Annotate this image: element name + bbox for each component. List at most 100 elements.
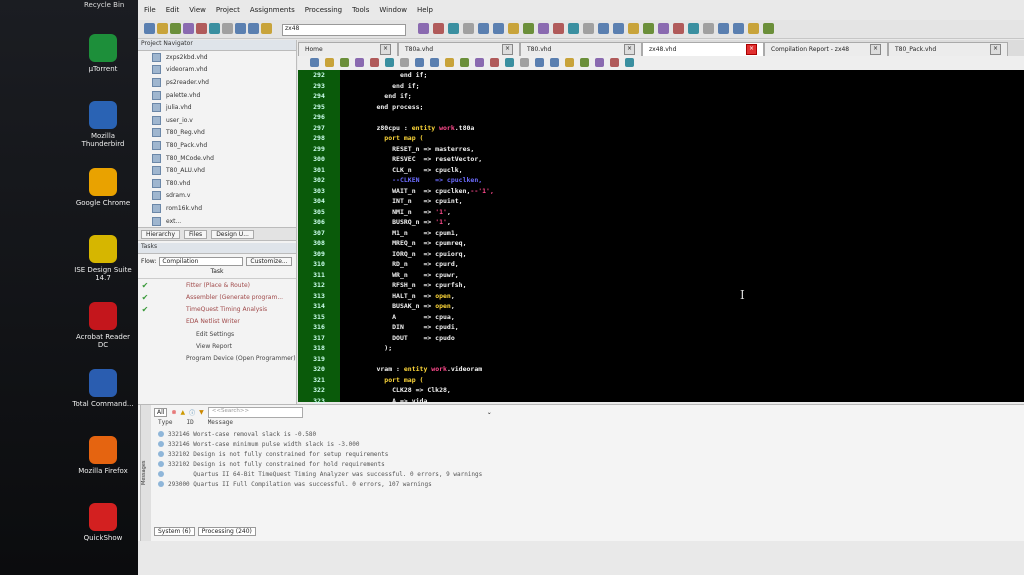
menu-item[interactable]: Edit	[166, 6, 180, 14]
toolbar-icon[interactable]	[209, 23, 220, 34]
message-row[interactable]: 293000 Quartus II Full Compilation was s…	[138, 479, 1024, 489]
message-row[interactable]: 332146 Worst-case minimum pulse width sl…	[138, 439, 1024, 449]
toolbar-icon[interactable]	[196, 23, 207, 34]
desktop-icon[interactable]: µTorrent	[72, 34, 134, 73]
editor-toolbar-icon[interactable]	[415, 58, 424, 67]
desktop-icon[interactable]: Mozilla Thunderbird	[72, 101, 134, 148]
file-item[interactable]: T80_Pack.vhd	[138, 139, 296, 152]
navigator-tab[interactable]: Design U...	[211, 229, 254, 239]
toolbar-icon[interactable]	[183, 23, 194, 34]
message-row[interactable]: Quartus II 64-Bit TimeQuest Timing Analy…	[138, 469, 1024, 479]
file-item[interactable]: user_io.v	[138, 114, 296, 127]
task-item[interactable]: ✔ TimeQuest Timing Analysis	[138, 304, 296, 316]
file-item[interactable]: ps2reader.vhd	[138, 76, 296, 89]
toolbar-icon[interactable]	[643, 23, 654, 34]
menu-item[interactable]: Processing	[305, 6, 342, 14]
file-item[interactable]: T80_MCode.vhd	[138, 152, 296, 165]
editor-toolbar-icon[interactable]	[385, 58, 394, 67]
toolbar-icon[interactable]	[568, 23, 579, 34]
toolbar-icon[interactable]	[222, 23, 233, 34]
toolbar-icon[interactable]	[463, 23, 474, 34]
navigator-tab[interactable]: Hierarchy	[141, 229, 181, 239]
info-filter-icon[interactable]: ⓘ	[189, 408, 195, 417]
toolbar-icon[interactable]	[598, 23, 609, 34]
editor-toolbar-icon[interactable]	[625, 58, 634, 67]
file-item[interactable]: palette.vhd	[138, 89, 296, 102]
menu-item[interactable]: Tools	[352, 6, 369, 14]
flag-icon[interactable]: ▼	[199, 409, 204, 416]
task-item[interactable]: ✔ Fitter (Place & Route)	[138, 279, 296, 291]
editor-toolbar-icon[interactable]	[400, 58, 409, 67]
toolbar-icon[interactable]	[157, 23, 168, 34]
message-search-input[interactable]: <<Search>>	[207, 406, 303, 418]
close-icon[interactable]: ×	[746, 44, 757, 55]
toolbar-icon[interactable]	[763, 23, 774, 34]
editor-tab[interactable]: Home ×	[298, 42, 398, 56]
editor-toolbar-icon[interactable]	[505, 58, 514, 67]
menu-item[interactable]: Project	[216, 6, 240, 14]
file-item[interactable]: zxps2kbd.vhd	[138, 51, 296, 64]
file-item[interactable]: sdram.v	[138, 190, 296, 203]
close-icon[interactable]: ×	[624, 44, 635, 55]
menu-item[interactable]: Help	[417, 6, 433, 14]
toolbar-icon[interactable]	[478, 23, 489, 34]
editor-toolbar-icon[interactable]	[430, 58, 439, 67]
project-select[interactable]: zx48	[282, 24, 406, 36]
warning-filter-icon[interactable]: ▲	[180, 409, 185, 416]
chevron-down-icon[interactable]: ⌄	[487, 409, 492, 416]
toolbar-icon[interactable]	[703, 23, 714, 34]
file-item[interactable]: ext...	[138, 215, 296, 228]
messages-tab[interactable]: System (6)	[154, 527, 195, 536]
editor-toolbar-icon[interactable]	[325, 58, 334, 67]
editor-tab[interactable]: Compilation Report - zx48 ×	[764, 42, 888, 56]
menu-item[interactable]: View	[189, 6, 206, 14]
navigator-tab[interactable]: Files	[184, 229, 208, 239]
code-view[interactable]: 292 293 294 295 296 297 298 299 300 301 302 303 304 3…	[298, 70, 1024, 405]
editor-toolbar-icon[interactable]	[475, 58, 484, 67]
close-icon[interactable]: ×	[502, 44, 513, 55]
desktop-icon[interactable]: Mozilla Firefox	[72, 436, 134, 475]
editor-toolbar-icon[interactable]	[580, 58, 589, 67]
editor-tab[interactable]: T80a.vhd ×	[398, 42, 520, 56]
editor-toolbar-icon[interactable]	[595, 58, 604, 67]
message-row[interactable]: 332146 Worst-case removal slack is -0.58…	[138, 429, 1024, 439]
editor-toolbar-icon[interactable]	[460, 58, 469, 67]
editor-toolbar-icon[interactable]	[310, 58, 319, 67]
task-item[interactable]: ✔ Assembler (Generate program...	[138, 292, 296, 304]
toolbar-icon[interactable]	[628, 23, 639, 34]
menu-item[interactable]: Window	[379, 6, 407, 14]
toolbar-icon[interactable]	[688, 23, 699, 34]
toolbar-icon[interactable]	[523, 23, 534, 34]
desktop-icon[interactable]: Total Command...	[72, 369, 134, 408]
editor-toolbar-icon[interactable]	[520, 58, 529, 67]
toolbar-icon[interactable]	[508, 23, 519, 34]
task-item[interactable]: Program Device (Open Programmer)	[138, 352, 296, 364]
recycle-bin-label[interactable]: Recycle Bin	[84, 1, 124, 9]
desktop-icon[interactable]: Google Chrome	[72, 168, 134, 207]
desktop-icon[interactable]: QuickShow	[72, 503, 134, 542]
toolbar-icon[interactable]	[433, 23, 444, 34]
file-item[interactable]: T80.vhd	[138, 177, 296, 190]
editor-toolbar-icon[interactable]	[340, 58, 349, 67]
toolbar-icon[interactable]	[144, 23, 155, 34]
toolbar-icon[interactable]	[583, 23, 594, 34]
file-item[interactable]: julia.vhd	[138, 101, 296, 114]
message-row[interactable]: 332102 Design is not fully constrained f…	[138, 449, 1024, 459]
editor-tab[interactable]: T80_Pack.vhd ×	[888, 42, 1008, 56]
task-item[interactable]: View Report	[138, 340, 296, 352]
editor-toolbar-icon[interactable]	[565, 58, 574, 67]
toolbar-icon[interactable]	[235, 23, 246, 34]
toolbar-icon[interactable]	[418, 23, 429, 34]
desktop-icon[interactable]: ISE Design Suite 14.7	[72, 235, 134, 282]
editor-toolbar-icon[interactable]	[355, 58, 364, 67]
toolbar-icon[interactable]	[673, 23, 684, 34]
file-item[interactable]: videoram.vhd	[138, 64, 296, 77]
toolbar-icon[interactable]	[613, 23, 624, 34]
menu-item[interactable]: Assignments	[250, 6, 295, 14]
editor-toolbar-icon[interactable]	[610, 58, 619, 67]
toolbar-icon[interactable]	[448, 23, 459, 34]
error-filter-icon[interactable]: ⊗	[171, 409, 176, 416]
customize-button[interactable]: Customize...	[246, 256, 292, 266]
toolbar-icon[interactable]	[733, 23, 744, 34]
file-item[interactable]: T80_ALU.vhd	[138, 164, 296, 177]
